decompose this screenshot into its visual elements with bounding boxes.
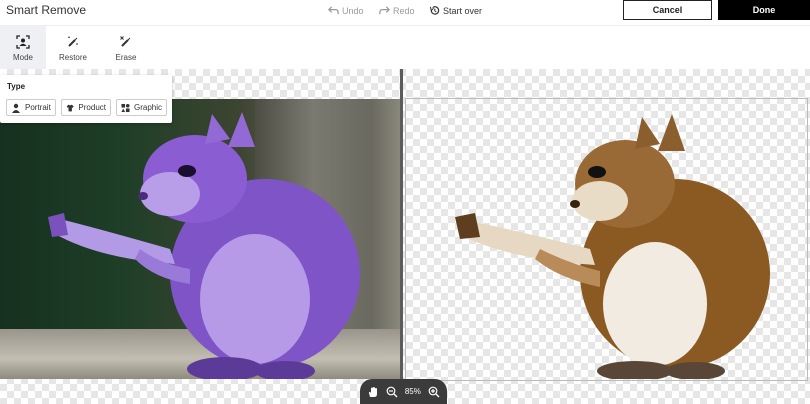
shapes-icon bbox=[121, 103, 130, 112]
split-divider[interactable] bbox=[400, 69, 403, 381]
shirt-icon bbox=[66, 104, 74, 111]
top-bar: Smart Remove Undo Redo Start over Cancel… bbox=[0, 0, 810, 25]
zoom-bar: 85% bbox=[360, 379, 447, 404]
mode-label: Mode bbox=[12, 52, 33, 62]
hand-icon[interactable] bbox=[367, 386, 379, 398]
app-title: Smart Remove bbox=[6, 3, 87, 17]
selected-squirrel bbox=[48, 112, 360, 379]
redo-label: Redo bbox=[393, 5, 415, 16]
type-product-button[interactable]: Product bbox=[61, 99, 111, 116]
start-over-button[interactable]: Start over bbox=[429, 5, 482, 16]
type-portrait-button[interactable]: Portrait bbox=[6, 99, 56, 116]
restore-brush-icon bbox=[68, 35, 78, 47]
cancel-button[interactable]: Cancel bbox=[623, 0, 712, 20]
type-graphic-button[interactable]: Graphic bbox=[116, 99, 167, 116]
person-icon bbox=[12, 103, 20, 113]
type-portrait-label: Portrait bbox=[25, 103, 51, 112]
undo-button[interactable]: Undo bbox=[328, 5, 364, 16]
start-over-label: Start over bbox=[443, 5, 483, 16]
restore-label: Restore bbox=[58, 52, 87, 62]
erase-label: Erase bbox=[115, 52, 137, 62]
zoom-out-icon[interactable] bbox=[386, 386, 398, 398]
mode-icon bbox=[16, 34, 30, 49]
restore-tool[interactable]: Restore bbox=[50, 26, 96, 70]
undo-icon bbox=[328, 6, 339, 15]
type-graphic-label: Graphic bbox=[133, 103, 162, 112]
zoom-level: 85% bbox=[404, 387, 421, 396]
cutout-squirrel bbox=[455, 114, 770, 379]
erase-tool[interactable]: Erase bbox=[103, 26, 149, 70]
done-button[interactable]: Done bbox=[718, 0, 810, 20]
type-popup-title: Type bbox=[7, 82, 26, 91]
erase-brush-icon bbox=[120, 35, 131, 47]
zoom-in-icon[interactable] bbox=[428, 386, 440, 398]
undo-label: Undo bbox=[342, 5, 364, 16]
redo-button[interactable]: Redo bbox=[379, 5, 415, 16]
redo-icon bbox=[379, 6, 390, 15]
original-image bbox=[0, 99, 400, 379]
type-product-label: Product bbox=[78, 103, 106, 112]
history-icon bbox=[429, 6, 440, 15]
tool-bar: Mode Restore Erase bbox=[0, 25, 810, 70]
mode-tool[interactable]: Mode bbox=[0, 26, 46, 70]
type-popup: Type Portrait Product Graphic bbox=[0, 75, 172, 123]
